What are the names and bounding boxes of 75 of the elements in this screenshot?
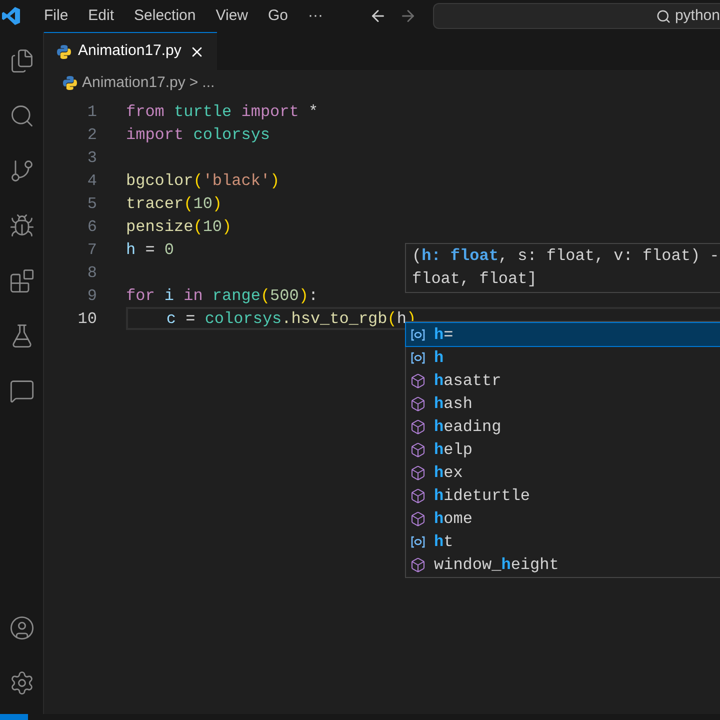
suggestion-item[interactable]: h= <box>406 323 720 346</box>
search-icon <box>656 8 671 24</box>
suggestion-label: hash <box>434 394 472 414</box>
tab-label: Animation17.py <box>78 41 182 62</box>
line-number: 6 <box>86 216 97 238</box>
suggestion-item[interactable]: ht <box>406 530 720 553</box>
files-icon[interactable] <box>8 48 34 74</box>
chat-icon[interactable] <box>8 378 34 404</box>
menu-item[interactable]: View <box>206 4 258 28</box>
menu-item[interactable]: File <box>34 4 78 28</box>
suggestion-item[interactable]: hex <box>406 461 720 484</box>
line-number: 3 <box>86 148 97 168</box>
python-file-icon <box>62 75 78 91</box>
line-number: 1 <box>86 102 97 122</box>
cube-icon <box>410 464 426 480</box>
breadcrumb-item[interactable]: ... <box>202 72 215 94</box>
source-control-icon[interactable] <box>8 158 34 184</box>
suggestion-label: window_height <box>434 554 559 576</box>
run-debug-icon[interactable] <box>8 213 34 239</box>
suggestion-label: h <box>434 348 444 368</box>
cube-icon <box>410 442 426 458</box>
variable-icon <box>410 350 426 366</box>
cube-icon <box>410 418 426 434</box>
python-file-icon <box>56 44 72 60</box>
extensions-icon[interactable] <box>8 268 34 294</box>
cube-icon <box>410 372 426 388</box>
signature-hint: (h: float, s: float, v: float) - float, float] <box>405 243 720 293</box>
search-icon[interactable] <box>8 103 34 129</box>
suggestion-label: h= <box>434 324 454 346</box>
suggestion-item[interactable]: help <box>406 438 720 461</box>
suggestion-item[interactable]: window_height <box>406 553 720 576</box>
menu-item[interactable]: Go <box>258 4 298 28</box>
variable-icon <box>410 326 426 342</box>
menu-item[interactable]: Edit <box>78 4 124 28</box>
menu-item[interactable]: ··· <box>298 4 334 28</box>
search-field[interactable]: python <box>433 3 720 29</box>
line-number: 2 <box>86 124 97 146</box>
suggestion-label: home <box>434 508 472 530</box>
line-number: 8 <box>86 262 97 284</box>
suggestion-label: ht <box>434 532 454 552</box>
code-line: from turtle import * <box>126 102 318 122</box>
suggestion-item[interactable]: hash <box>406 392 720 415</box>
editor-tab[interactable]: Animation17.py <box>44 32 218 70</box>
suggestion-item[interactable]: heading <box>406 415 720 438</box>
cube-icon <box>410 556 426 572</box>
cube-icon <box>410 488 426 504</box>
breadcrumb-separator: > <box>189 72 198 93</box>
suggestion-label: hex <box>434 462 463 484</box>
account-icon[interactable] <box>8 615 34 641</box>
breadcrumb-item[interactable]: Animation17.py <box>82 72 186 94</box>
menu-item[interactable]: Selection <box>124 4 206 28</box>
suggestion-item[interactable]: hideturtle <box>406 484 720 507</box>
suggestion-label: hasattr <box>434 370 502 392</box>
line-number: 10 <box>76 308 97 330</box>
suggestion-item[interactable]: hasattr <box>406 369 720 392</box>
settings-icon[interactable] <box>8 670 34 696</box>
code-line: import colorsys <box>126 124 270 146</box>
suggestion-label: heading <box>434 416 502 438</box>
suggestion-item[interactable]: h <box>406 346 720 369</box>
code-line: bgcolor('black') <box>126 170 280 192</box>
code-line: pensize(10) <box>126 216 232 238</box>
line-number: 4 <box>86 170 97 192</box>
cube-icon <box>410 396 426 412</box>
code-line: h = 0 <box>126 240 174 260</box>
variable-icon <box>410 534 426 550</box>
code-line: tracer(10) <box>126 194 222 214</box>
code-line: for i in range(500): <box>126 286 318 306</box>
suggestion-item[interactable]: home <box>406 507 720 530</box>
line-number: 5 <box>86 194 97 214</box>
logo-icon <box>2 6 20 26</box>
line-number: 7 <box>86 240 97 260</box>
suggestion-label: help <box>434 440 472 460</box>
line-number: 9 <box>86 286 97 306</box>
suggestion-label: hideturtle <box>434 486 530 506</box>
cube-icon <box>410 510 426 526</box>
